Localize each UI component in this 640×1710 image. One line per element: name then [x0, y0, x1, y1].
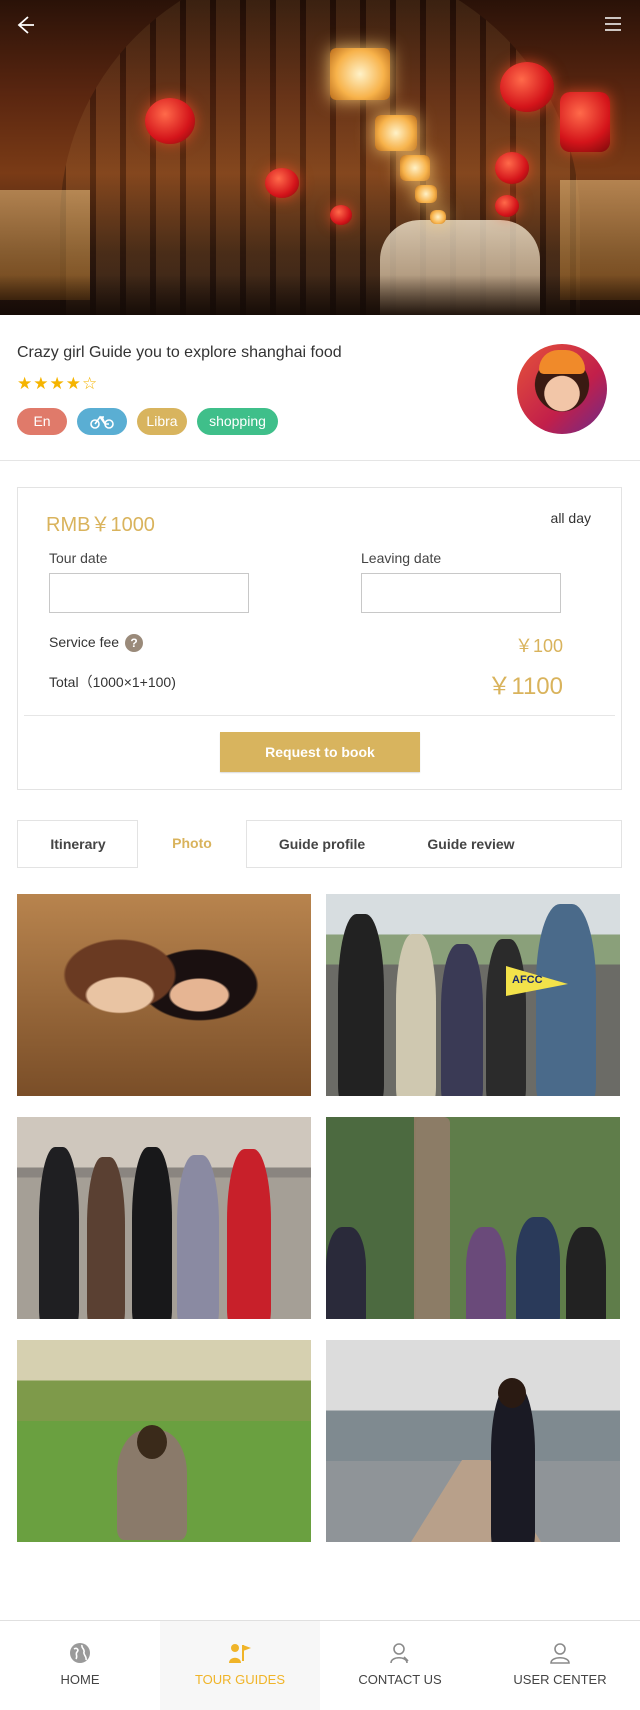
guide-flag-icon	[229, 1644, 251, 1663]
lantern	[495, 152, 529, 184]
tab-guide-review[interactable]: Guide review	[396, 821, 546, 867]
menu-icon[interactable]	[600, 14, 626, 40]
lamp-glow	[375, 115, 417, 151]
tour-duration: all day	[550, 510, 591, 526]
tag-language: En	[17, 408, 67, 435]
tab-photo[interactable]: Photo	[137, 820, 247, 868]
tour-date-input[interactable]	[49, 573, 249, 613]
guide-tags: En Libra shopping	[17, 408, 278, 435]
section-divider	[0, 460, 640, 461]
bike-icon	[90, 415, 114, 429]
user-icon	[550, 1643, 570, 1664]
nav-tour-guides[interactable]: TOUR GUIDES	[160, 1621, 320, 1710]
lamp-glow	[400, 155, 430, 181]
booking-divider	[24, 715, 615, 716]
rating-stars: ★★★★☆	[17, 374, 99, 393]
photo-1[interactable]	[17, 894, 311, 1096]
service-fee-value: ￥100	[514, 636, 563, 656]
lamp-glow	[430, 210, 446, 224]
tag-zodiac: Libra	[137, 408, 187, 435]
lamp-glow	[415, 185, 437, 203]
nav-label-contact-us: CONTACT US	[358, 1672, 442, 1687]
tab-guide-profile[interactable]: Guide profile	[248, 821, 396, 867]
tour-date-label: Tour date	[49, 550, 108, 566]
nav-user-center[interactable]: USER CENTER	[480, 1621, 640, 1710]
tab-itinerary[interactable]: Itinerary	[18, 821, 138, 867]
detail-tabs: Itinerary Photo Guide profile Guide revi…	[17, 820, 622, 868]
lantern	[330, 205, 352, 225]
request-to-book-button[interactable]: Request to book	[220, 732, 420, 772]
globe-icon	[70, 1643, 90, 1663]
nav-label-user-center: USER CENTER	[513, 1672, 607, 1687]
back-arrow-icon[interactable]	[12, 14, 38, 40]
nav-label-tour-guides: TOUR GUIDES	[194, 1672, 286, 1687]
photo-4[interactable]	[326, 1117, 620, 1319]
guide-title: Crazy girl Guide you to explore shanghai…	[17, 344, 342, 361]
lamp-glow	[330, 48, 390, 100]
booking-panel: RMB￥1000 all day Tour date Leaving date …	[17, 487, 622, 790]
photo-3[interactable]	[17, 1117, 311, 1319]
lantern	[560, 92, 610, 152]
nav-contact-us[interactable]: CONTACT US	[320, 1621, 480, 1710]
tag-bike	[77, 408, 127, 435]
guide-avatar[interactable]	[517, 344, 607, 434]
contact-person-icon	[390, 1643, 409, 1664]
leaving-date-label: Leaving date	[361, 550, 442, 566]
photo-2[interactable]: AFCC	[326, 894, 620, 1096]
tour-price: RMB￥1000	[46, 514, 155, 536]
total-value: ￥1100	[487, 673, 563, 700]
nav-label-home: HOME	[60, 1672, 100, 1687]
hero-crowd	[0, 275, 640, 315]
help-icon[interactable]: ?	[125, 634, 144, 653]
bottom-navigation: HOME TOUR GUIDES CONTACT US USER CENTER	[0, 1620, 640, 1710]
tag-interest: shopping	[197, 408, 278, 435]
photo-5[interactable]	[17, 1340, 311, 1542]
photo-6[interactable]	[326, 1340, 620, 1542]
lantern	[265, 168, 299, 198]
service-fee-label: Service fee	[49, 634, 120, 650]
leaving-date-input[interactable]	[361, 573, 561, 613]
nav-home[interactable]: HOME	[0, 1621, 160, 1710]
service-fee-row: Service fee?	[49, 634, 144, 653]
total-label: Total（1000×1+100)	[49, 674, 176, 690]
lantern	[495, 195, 519, 217]
lantern	[145, 98, 195, 144]
lantern	[500, 62, 554, 112]
hero-banner	[0, 0, 640, 315]
